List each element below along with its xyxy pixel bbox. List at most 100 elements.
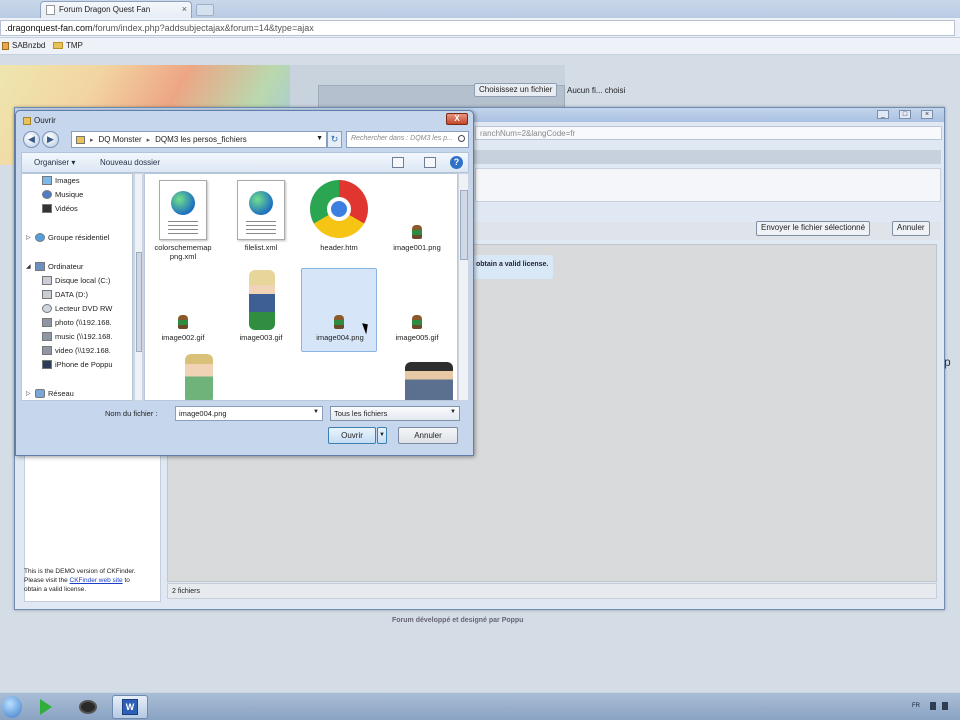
nav-item-photo[interactable]: photo (\\192.168. [42, 318, 112, 327]
computer-icon [35, 262, 45, 271]
open-button[interactable]: Ouvrir [328, 427, 376, 444]
scrollbar-thumb[interactable] [136, 252, 142, 352]
xml-globe-icon [237, 180, 285, 240]
file-name: header.htm [320, 243, 358, 252]
file-name: image005.gif [395, 333, 439, 342]
file-name: filelist.xml [244, 243, 278, 252]
minimize-icon[interactable]: _ [877, 110, 889, 119]
send-file-button[interactable]: Envoyer le fichier sélectionné [756, 221, 871, 236]
dialog-toolbar: Organiser ▾ Nouveau dossier ? [21, 152, 469, 173]
file-name: image002.gif [161, 333, 205, 342]
drive-icon [42, 290, 52, 299]
expand-icon[interactable]: ▷ [26, 234, 32, 241]
nav-item-label: Musique [55, 190, 84, 199]
scrollbar-thumb[interactable] [460, 190, 468, 260]
status-bar: 2 fichiers [167, 583, 937, 599]
nav-item-homegroup[interactable]: ▷ Groupe résidentiel [26, 233, 109, 242]
bookmark-sabnzbd[interactable]: SABnzbd [2, 41, 45, 50]
nav-item-label: video (\\192.168. [55, 346, 111, 355]
organize-menu[interactable]: Organiser ▾ [34, 158, 75, 167]
demo-line-2-pre: Please visit the [24, 577, 68, 584]
nav-item-video-share[interactable]: video (\\192.168. [42, 346, 111, 355]
file-item-selected[interactable]: image004.png [301, 268, 377, 352]
browser-tab[interactable]: Forum Dragon Quest Fan × [40, 1, 192, 18]
file-item[interactable]: filelist.xml [223, 178, 299, 264]
filename-input[interactable]: image004.png ▼ [175, 406, 323, 421]
search-input[interactable]: Rechercher dans : DQM3 les p... [346, 131, 469, 148]
page-footer: Forum développé et designé par Poppu [392, 617, 524, 624]
url-input[interactable]: .dragonquest-fan.com/forum/index.php?add… [0, 20, 955, 36]
breadcrumb-item[interactable]: DQM3 les persos_fichiers [155, 135, 247, 144]
filetype-select[interactable]: Tous les fichiers ▼ [330, 406, 460, 421]
nav-item-dvd[interactable]: Lecteur DVD RW [42, 304, 112, 313]
nav-item-iphone[interactable]: iPhone de Poppu [42, 360, 113, 369]
language-indicator[interactable]: FR [912, 703, 920, 709]
demo-line-3: obtain a valid license. [24, 586, 87, 593]
chevron-down-icon[interactable]: ▼ [316, 135, 323, 142]
network-drive-icon [42, 318, 52, 327]
nav-scrollbar[interactable] [134, 173, 143, 401]
start-button[interactable] [2, 696, 22, 718]
filename-label: Nom du fichier : [105, 409, 158, 418]
file-item[interactable]: image005.gif [379, 268, 455, 354]
nav-item-label: Groupe résidentiel [48, 233, 110, 242]
media-player-icon [40, 699, 52, 715]
network-icon [35, 389, 45, 398]
forward-arrow-icon[interactable]: ▶ [42, 131, 59, 148]
word-app-button[interactable]: W [112, 695, 148, 719]
maximize-icon[interactable]: □ [899, 110, 911, 119]
back-arrow-icon[interactable]: ◀ [23, 131, 40, 148]
phone-icon [42, 360, 52, 369]
nav-item-music[interactable]: Musique [42, 190, 83, 199]
folder-icon [76, 135, 85, 144]
close-icon[interactable]: × [921, 110, 933, 119]
cancel-upload-button[interactable]: Annuler [892, 221, 930, 236]
nav-item-computer[interactable]: ◢ Ordinateur [26, 262, 83, 271]
nav-item-local-disk[interactable]: Disque local (C:) [42, 276, 110, 285]
sprite-icon [334, 315, 344, 329]
breadcrumb[interactable]: ▸ DQ Monster ▸ DQM3 les persos_fichiers … [71, 131, 327, 148]
tray-flag-icon[interactable] [930, 702, 936, 710]
collapse-icon[interactable]: ◢ [26, 263, 32, 270]
open-file-dialog: Ouvrir X ◀ ▶ ▸ DQ Monster ▸ DQM3 les per… [15, 110, 474, 456]
bookmark-icon [2, 41, 9, 50]
files-scrollbar[interactable] [458, 173, 469, 401]
nav-item-label: DATA (D:) [55, 290, 89, 299]
view-options-icon[interactable] [392, 157, 404, 168]
nav-item-label: Réseau [48, 389, 74, 398]
nav-item-data[interactable]: DATA (D:) [42, 290, 88, 299]
nav-item-network[interactable]: ▷ Réseau [26, 389, 74, 398]
new-folder-button[interactable]: Nouveau dossier [100, 158, 160, 167]
preview-pane-icon[interactable] [424, 157, 436, 168]
help-icon[interactable]: ? [450, 156, 463, 169]
close-tab-icon[interactable]: × [182, 4, 187, 14]
file-item[interactable]: image003.gif [223, 268, 299, 354]
nav-item-music-share[interactable]: music (\\192.168. [42, 332, 113, 341]
sprite-icon [178, 315, 188, 329]
file-item[interactable]: header.htm [301, 178, 377, 264]
media-player-button[interactable] [28, 695, 64, 719]
refresh-icon[interactable]: ↻ [327, 131, 342, 148]
expand-icon[interactable]: ▷ [26, 390, 32, 397]
nav-item-images[interactable]: Images [42, 176, 80, 185]
new-tab-button[interactable] [196, 4, 214, 16]
disc-app-button[interactable] [70, 695, 106, 719]
bookmark-tmp[interactable]: TMP [53, 41, 83, 50]
open-options-dropdown[interactable]: ▼ [377, 427, 387, 444]
ckfinder-website-link[interactable]: CKFinder web site [70, 577, 123, 584]
file-item[interactable]: image002.gif [145, 268, 221, 354]
choose-file-button[interactable]: Choisissez un fichier [474, 83, 558, 97]
dialog-close-button[interactable]: X [446, 113, 468, 125]
filetype-value: Tous les fichiers [334, 409, 388, 418]
nav-item-videos[interactable]: Vidéos [42, 204, 78, 213]
cancel-button[interactable]: Annuler [398, 427, 458, 444]
file-item[interactable]: colorschememap png.xml [145, 178, 221, 264]
chevron-down-icon[interactable]: ▼ [313, 409, 319, 415]
chevron-down-icon[interactable]: ▼ [450, 409, 456, 415]
search-icon [458, 135, 465, 142]
breadcrumb-item[interactable]: DQ Monster [99, 135, 142, 144]
tray-network-icon[interactable] [942, 702, 948, 710]
file-item[interactable]: image001.png [379, 178, 455, 264]
character-icon [185, 354, 213, 400]
bookmark-label: TMP [66, 41, 83, 50]
